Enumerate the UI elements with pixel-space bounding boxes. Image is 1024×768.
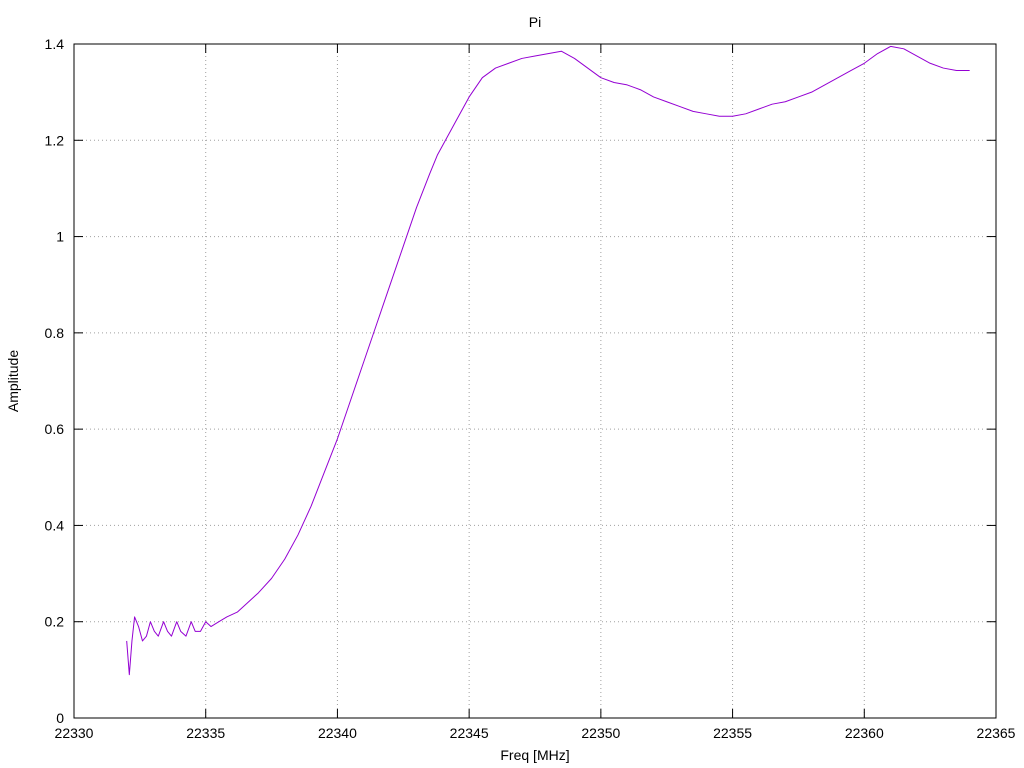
- grid: [74, 44, 996, 718]
- y-axis-label: Amplitude: [5, 350, 21, 412]
- series-line: [126, 45, 970, 676]
- x-tick-labels: 22330 22335 22340 22345 22350 22355 22360 22365: [55, 725, 1016, 741]
- x-axis-label: Freq [MHz]: [500, 747, 569, 763]
- x-tick-label: 22350: [581, 725, 620, 741]
- plot-frame: [73, 43, 997, 719]
- y-tick-label: 1.4: [45, 36, 65, 52]
- axis-ticks: [73, 43, 997, 719]
- y-tick-label: 0.8: [45, 325, 65, 341]
- y-tick-label: 1: [56, 229, 64, 245]
- x-tick-label: 22340: [318, 725, 357, 741]
- x-tick-label: 22330: [55, 725, 94, 741]
- x-tick-label: 22360: [845, 725, 884, 741]
- y-tick-label: 0: [56, 710, 64, 726]
- y-tick-label: 0.4: [45, 517, 65, 533]
- y-tick-label: 1.2: [45, 132, 65, 148]
- chart-title: Pi: [529, 14, 541, 30]
- series-layer: [126, 45, 970, 676]
- x-tick-label: 22335: [186, 725, 225, 741]
- x-tick-label: 22355: [713, 725, 752, 741]
- x-tick-label: 22365: [977, 725, 1016, 741]
- y-tick-labels: 0 0.2 0.4 0.6 0.8 1 1.2 1.4: [45, 36, 65, 726]
- y-tick-label: 0.6: [45, 421, 65, 437]
- line-chart: 22330 22335 22340 22345 22350 22355 22360 22365…: [5, 14, 1016, 763]
- x-tick-label: 22345: [450, 725, 489, 741]
- y-tick-label: 0.2: [45, 614, 65, 630]
